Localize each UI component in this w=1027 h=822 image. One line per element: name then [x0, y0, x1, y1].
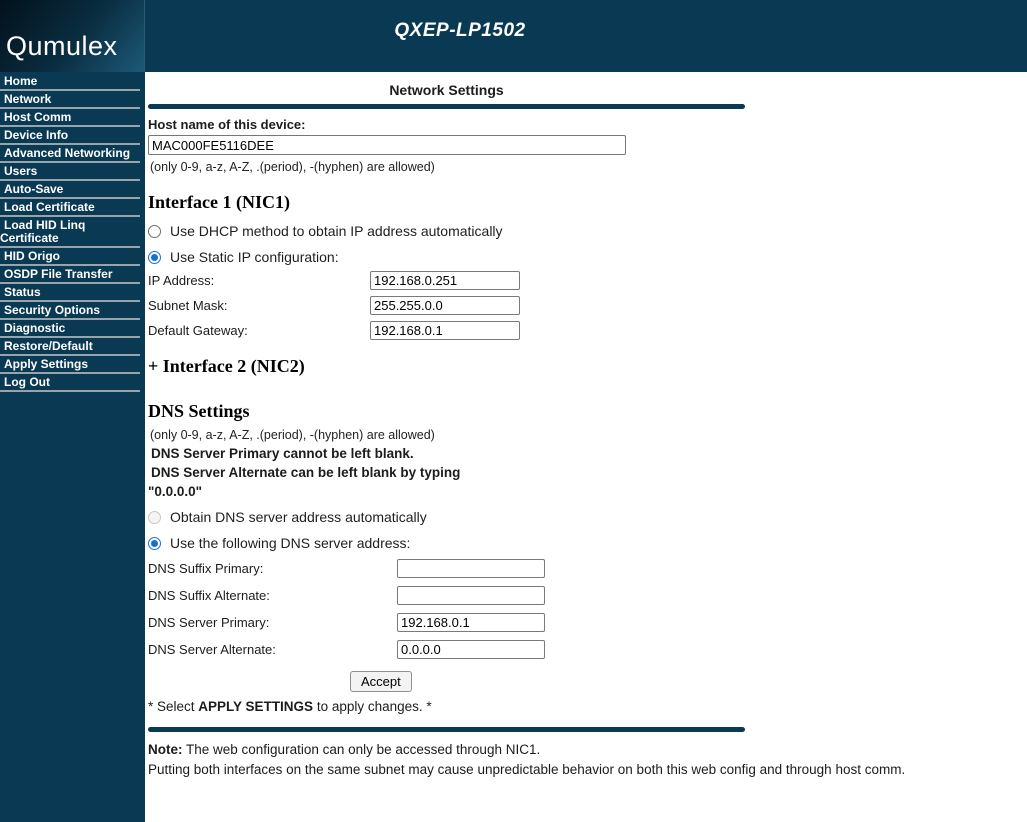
default-gateway-input[interactable] — [370, 321, 520, 340]
sidebar-item-host-comm[interactable]: Host Comm — [0, 110, 140, 127]
sidebar-item-device-info[interactable]: Device Info — [0, 128, 140, 145]
hostname-label: Host name of this device: — [148, 117, 306, 132]
default-gateway-row: Default Gateway: — [148, 321, 1027, 340]
header-band: QXEP-LP1502 — [145, 0, 1027, 72]
sidebar-item-osdp-file-transfer[interactable]: OSDP File Transfer — [0, 267, 140, 284]
dns-alternate-warning-line2: "0.0.0.0" — [148, 484, 203, 499]
header: Qumulex QXEP-LP1502 — [0, 0, 1027, 72]
dns-suffix-primary-input[interactable] — [397, 559, 545, 578]
sidebar-item-apply-settings[interactable]: Apply Settings — [0, 357, 140, 374]
subnet-mask-label: Subnet Mask: — [148, 298, 228, 313]
dns-fields: DNS Suffix Primary: DNS Suffix Alternate… — [148, 559, 1027, 659]
footer-divider — [148, 727, 745, 732]
sidebar-item-users[interactable]: Users — [0, 164, 140, 181]
subnet-mask-input[interactable] — [370, 296, 520, 315]
nic1-dhcp-radio[interactable] — [148, 224, 161, 238]
hostname-allowed-chars-note: (only 0-9, a-z, A-Z, .(period), -(hyphen… — [150, 160, 435, 174]
sidebar-item-security-options[interactable]: Security Options — [0, 303, 140, 320]
apply-settings-note: * Select APPLY SETTINGS to apply changes… — [148, 699, 1027, 714]
footer-note-line1: Note: The web configuration can only be … — [148, 742, 1027, 757]
footer-note-text: The web configuration can only be access… — [182, 742, 541, 757]
hostname-input[interactable] — [148, 135, 626, 155]
dns-suffix-alternate-input[interactable] — [397, 586, 545, 605]
sidebar-item-restore-default[interactable]: Restore/Default — [0, 339, 140, 356]
dns-auto-radio — [148, 510, 161, 524]
dns-suffix-primary-label: DNS Suffix Primary: — [148, 561, 264, 576]
sidebar-item-auto-save[interactable]: Auto-Save — [0, 182, 140, 199]
dns-manual-option[interactable]: Use the following DNS server address: — [148, 535, 1027, 551]
dns-alternate-warning-line1: DNS Server Alternate can be left blank b… — [151, 465, 461, 480]
main-content: Network Settings Host name of this devic… — [145, 72, 1027, 822]
subnet-mask-row: Subnet Mask: — [148, 296, 1027, 315]
device-model-title: QXEP-LP1502 — [394, 20, 526, 41]
sidebar-nav: Home Network Host Comm Device Info Advan… — [0, 72, 145, 822]
dns-server-primary-input[interactable] — [397, 613, 545, 632]
ip-address-input[interactable] — [370, 271, 520, 290]
nic2-expand-heading[interactable]: + Interface 2 (NIC2) — [148, 356, 1027, 377]
dns-settings-heading: DNS Settings — [148, 401, 250, 421]
nic1-static-radio[interactable] — [148, 250, 161, 264]
dns-server-primary-row: DNS Server Primary: — [148, 613, 1027, 632]
dns-suffix-alternate-row: DNS Suffix Alternate: — [148, 586, 1027, 605]
sidebar-item-log-out[interactable]: Log Out — [0, 375, 140, 392]
nic1-static-option[interactable]: Use Static IP configuration: — [148, 249, 1027, 265]
apply-note-bold: APPLY SETTINGS — [198, 699, 314, 714]
dns-server-alternate-input[interactable] — [397, 640, 545, 659]
page-title: Network Settings — [389, 82, 504, 98]
sidebar-item-status[interactable]: Status — [0, 285, 140, 302]
sidebar-item-home[interactable]: Home — [0, 74, 140, 91]
sidebar-item-hid-origo[interactable]: HID Origo — [0, 249, 140, 266]
logo-text: Qumulex — [6, 31, 118, 61]
logo: Qumulex — [0, 0, 145, 72]
dns-manual-radio[interactable] — [148, 536, 161, 550]
nic1-dhcp-label: Use DHCP method to obtain IP address aut… — [170, 223, 503, 239]
nic1-static-label: Use Static IP configuration: — [170, 249, 339, 265]
nic1-dhcp-option[interactable]: Use DHCP method to obtain IP address aut… — [148, 223, 1027, 239]
footer-note-label: Note: — [148, 742, 183, 757]
dns-primary-warning: DNS Server Primary cannot be left blank. — [151, 446, 414, 461]
dns-auto-option: Obtain DNS server address automatically — [148, 509, 1027, 525]
title-divider — [148, 104, 745, 109]
nic1-heading: Interface 1 (NIC1) — [148, 192, 290, 212]
apply-note-suffix: to apply changes. * — [313, 699, 432, 714]
sidebar-item-advanced-networking[interactable]: Advanced Networking — [0, 146, 140, 163]
nic1-fields: IP Address: Subnet Mask: Default Gateway… — [148, 271, 1027, 340]
sidebar-item-load-hid-linq-certificate[interactable]: Load HID Linq Certificate — [0, 218, 140, 248]
ip-address-label: IP Address: — [148, 273, 215, 288]
dns-suffix-alternate-label: DNS Suffix Alternate: — [148, 588, 270, 603]
default-gateway-label: Default Gateway: — [148, 323, 248, 338]
sidebar-item-load-certificate[interactable]: Load Certificate — [0, 200, 140, 217]
footer-note-line2: Putting both interfaces on the same subn… — [148, 762, 906, 777]
dns-manual-label: Use the following DNS server address: — [170, 535, 411, 551]
sidebar-item-network[interactable]: Network — [0, 92, 140, 109]
apply-note-prefix: * Select — [148, 699, 199, 714]
ip-address-row: IP Address: — [148, 271, 1027, 290]
accept-button[interactable]: Accept — [350, 671, 412, 692]
dns-auto-label: Obtain DNS server address automatically — [170, 509, 427, 525]
dns-suffix-primary-row: DNS Suffix Primary: — [148, 559, 1027, 578]
dns-server-primary-label: DNS Server Primary: — [148, 615, 270, 630]
dns-allowed-chars-note: (only 0-9, a-z, A-Z, .(period), -(hyphen… — [150, 428, 435, 442]
dns-server-alternate-label: DNS Server Alternate: — [148, 642, 276, 657]
dns-server-alternate-row: DNS Server Alternate: — [148, 640, 1027, 659]
sidebar-item-diagnostic[interactable]: Diagnostic — [0, 321, 140, 338]
